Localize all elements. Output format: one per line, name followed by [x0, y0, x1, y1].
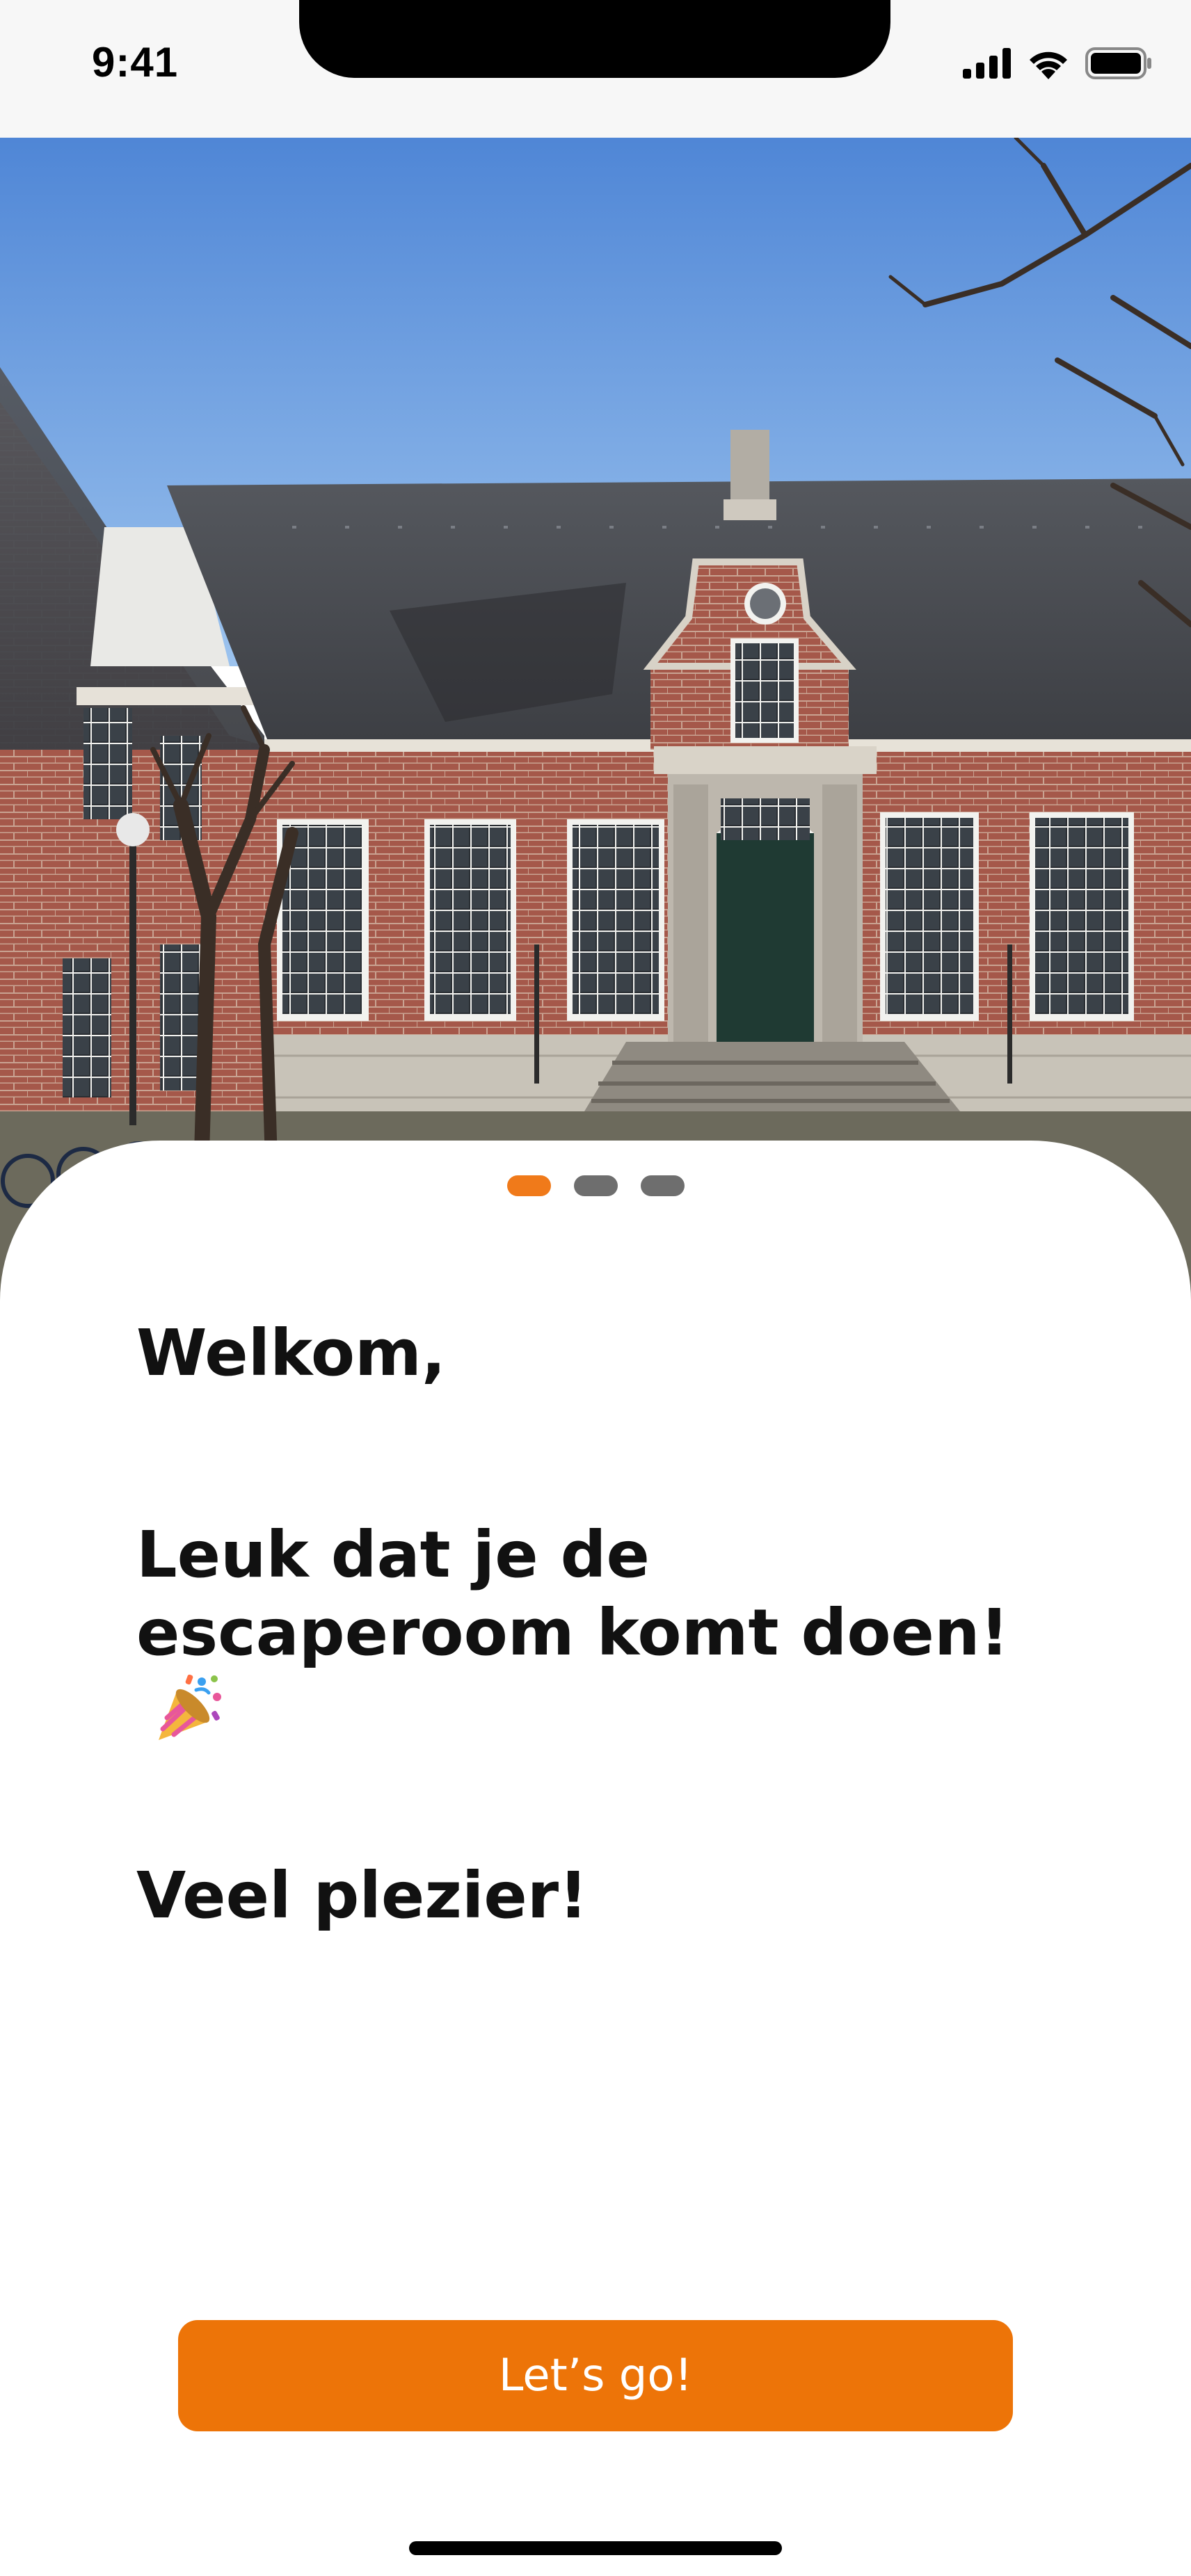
- status-time: 9:41: [92, 39, 179, 86]
- status-icons: [963, 46, 1152, 81]
- greeting-text: Welkom,: [136, 1316, 446, 1390]
- home-indicator[interactable]: [409, 2541, 782, 2555]
- status-bar: 9:41: [0, 0, 1191, 138]
- page-dot-3[interactable]: [640, 1175, 685, 1196]
- page-indicator: [0, 1175, 1191, 1196]
- party-popper-icon: [159, 1674, 221, 1740]
- lets-go-button[interactable]: Let’s go!: [178, 2320, 1013, 2431]
- closing-text: Veel plezier!: [136, 1858, 589, 1933]
- battery-icon: [1085, 47, 1151, 79]
- wifi-icon: [1030, 51, 1067, 79]
- welcome-message: Leuk dat je de escaperoom komt doen!: [136, 1516, 1082, 1753]
- hero-image: [0, 138, 1191, 1306]
- cellular-signal-icon: [963, 48, 1011, 79]
- page-dot-1[interactable]: [506, 1175, 551, 1196]
- page-dot-2[interactable]: [573, 1175, 618, 1196]
- welcome-message-text: Leuk dat je de escaperoom komt doen!: [136, 1518, 1009, 1670]
- device-notch: [299, 0, 890, 78]
- onboarding-sheet: Welkom, Leuk dat je de escaperoom komt d…: [0, 1141, 1191, 2576]
